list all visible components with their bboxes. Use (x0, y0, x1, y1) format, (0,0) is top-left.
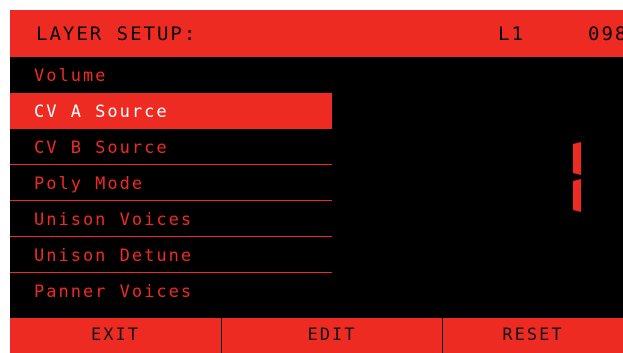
segment-c (573, 179, 581, 212)
menu-item-unison-voices[interactable]: Unison Voices (10, 201, 332, 237)
menu-item-label: Volume (34, 66, 108, 86)
menu-item-volume[interactable]: Volume (10, 57, 332, 93)
layer-indicator: L1 (498, 23, 525, 45)
header-bar: LAYER SETUP: L1 098 (10, 10, 623, 57)
reset-button[interactable]: RESET (443, 318, 623, 353)
menu-item-label: Unison Detune (34, 246, 194, 266)
menu-item-label: Unison Voices (34, 210, 194, 230)
menu-item-panner-voices[interactable]: Panner Voices (10, 273, 332, 309)
menu-item-cv-a-source[interactable]: CV A Source (10, 93, 332, 129)
softkey-bar: EXIT EDIT RESET (10, 318, 623, 353)
patch-number: 098 (588, 23, 623, 45)
menu-item-label: CV B Source (34, 138, 169, 158)
menu-item-label: Panner Voices (34, 282, 194, 302)
device-screen: LAYER SETUP: L1 098 Volume CV A Source C… (10, 10, 623, 353)
page-title: LAYER SETUP: (36, 23, 198, 45)
value-digit-display: 1 (573, 142, 581, 212)
edit-button[interactable]: EDIT (222, 318, 442, 353)
menu-item-cv-b-source[interactable]: CV B Source (10, 129, 332, 165)
menu-item-unison-detune[interactable]: Unison Detune (10, 237, 332, 273)
menu-item-poly-mode[interactable]: Poly Mode (10, 165, 332, 201)
menu-item-label: Poly Mode (34, 174, 145, 194)
exit-button[interactable]: EXIT (10, 318, 221, 353)
parameter-menu: Volume CV A Source CV B Source Poly Mode… (10, 57, 332, 309)
menu-item-label: CV A Source (34, 102, 169, 122)
segment-b (573, 142, 581, 175)
